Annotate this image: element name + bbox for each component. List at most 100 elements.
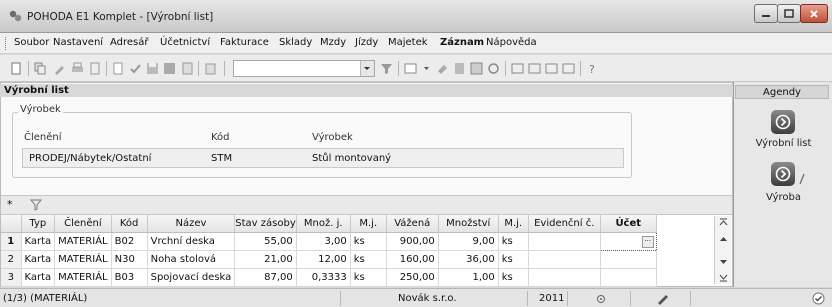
cell-mnoz-j[interactable]: 0,3333 [296, 268, 351, 287]
cell-stav[interactable]: 87,00 [234, 268, 297, 287]
table-row[interactable]: 1 Karta MATERIÁL B02 Vrchní deska 55,00 … [1, 232, 657, 251]
table-row[interactable]: 2 Karta MATERIÁL N30 Noha stolová 21,00 … [1, 250, 657, 269]
calculator-icon[interactable] [453, 62, 466, 75]
vyroba-agenda-button[interactable] [771, 162, 795, 186]
scroll-up-icon[interactable] [719, 236, 728, 242]
menu-fakturace[interactable]: Fakturace [220, 37, 269, 48]
menu-ucetnictvi[interactable]: Účetnictví [160, 37, 210, 48]
scroll-down-icon[interactable] [719, 259, 728, 265]
minimize-button[interactable] [754, 4, 778, 23]
menu-napoveda[interactable]: Nápověda [486, 37, 537, 48]
cell-mj2[interactable]: ks [498, 232, 529, 251]
col-header-kod[interactable]: Kód [111, 215, 148, 233]
cell-mj[interactable]: ks [350, 232, 387, 251]
col-header-mnoz-j[interactable]: Množ. j. [296, 215, 351, 233]
cell-mnoz-j[interactable]: 12,00 [296, 250, 351, 269]
cell-evid[interactable] [528, 232, 601, 251]
cell-mj2[interactable]: ks [498, 268, 529, 287]
col-header-mj[interactable]: M.j. [350, 215, 387, 233]
agenda-item-vyroba[interactable]: Výroba [734, 192, 832, 203]
chevron-down-icon[interactable] [360, 61, 374, 76]
form-icon[interactable] [511, 62, 524, 75]
cell-nazev[interactable]: Vrchní deska [147, 232, 236, 251]
filter-icon[interactable] [380, 62, 393, 75]
menu-nastaveni[interactable]: Nastavení [53, 37, 103, 48]
save-icon[interactable] [146, 62, 159, 75]
cell-typ[interactable]: Karta [21, 250, 56, 269]
cell-vazena[interactable]: 250,00 [386, 268, 439, 287]
cell-ucet[interactable] [600, 268, 657, 287]
grid-vertical-scrollbar[interactable] [714, 216, 731, 284]
dropdown-arrow-icon[interactable] [420, 62, 433, 75]
cell-ucet-active[interactable]: ··· [599, 232, 657, 251]
page-icon[interactable] [112, 62, 125, 75]
cell-vazena[interactable]: 900,00 [386, 232, 439, 251]
cell-mnoz-j[interactable]: 3,00 [296, 232, 351, 251]
cell-nazev[interactable]: Noha stolová [147, 250, 236, 269]
col-header-ucet[interactable]: Účet [600, 215, 657, 233]
cell-mj2[interactable]: ks [498, 250, 529, 269]
list-icon[interactable] [181, 62, 194, 75]
copy-icon[interactable] [34, 62, 47, 75]
cell-ucet[interactable] [600, 250, 657, 269]
split-view-icon[interactable] [545, 62, 558, 75]
cell-typ[interactable]: Karta [21, 232, 56, 251]
grid-view-icon[interactable] [528, 62, 541, 75]
cell-kod[interactable]: N30 [111, 250, 148, 269]
cell-vazena[interactable]: 160,00 [386, 250, 439, 269]
cell-mnozstvi[interactable]: 36,00 [438, 250, 499, 269]
cell-cleneni[interactable]: MATERIÁL [54, 268, 112, 287]
tag-icon[interactable] [436, 62, 449, 75]
menu-zaznam[interactable]: Záznam [440, 37, 484, 48]
edit-icon[interactable] [53, 62, 66, 75]
cell-evid[interactable] [528, 250, 601, 269]
cell-kod[interactable]: B02 [111, 232, 148, 251]
paste-icon[interactable] [204, 62, 217, 75]
col-header-mj2[interactable]: M.j. [498, 215, 529, 233]
col-header-cleneni[interactable]: Členění [54, 215, 112, 233]
toolbar-combobox[interactable] [233, 60, 375, 77]
cell-typ[interactable]: Karta [21, 268, 56, 287]
new-row-marker[interactable]: * [7, 198, 13, 211]
cell-nazev[interactable]: Spojovací deska [147, 268, 236, 287]
ellipsis-icon[interactable]: ··· [641, 236, 654, 248]
col-header-vazena[interactable]: Vážená [386, 215, 439, 233]
col-header-evid[interactable]: Evidenční č. [528, 215, 601, 233]
scroll-bottom-icon[interactable] [719, 274, 728, 282]
agenda-item-vyrobni-list[interactable]: Výrobní list [734, 138, 832, 149]
detail-view-icon[interactable] [562, 62, 575, 75]
cell-evid[interactable] [528, 268, 601, 287]
cell-mj[interactable]: ks [350, 250, 387, 269]
filter-icon[interactable] [30, 199, 42, 211]
vyrobni-list-agenda-button[interactable] [771, 110, 795, 134]
menu-jizdy[interactable]: Jízdy [355, 37, 378, 48]
close-button[interactable] [800, 4, 828, 23]
cell-mnozstvi[interactable]: 9,00 [438, 232, 499, 251]
product-field-row[interactable]: PRODEJ/Nábytek/Ostatní STM Stůl montovan… [22, 148, 624, 168]
cell-kod[interactable]: B03 [111, 268, 148, 287]
col-header-nazev[interactable]: Název [147, 215, 236, 233]
cell-cleneni[interactable]: MATERIÁL [54, 232, 112, 251]
menu-majetek[interactable]: Majetek [388, 37, 428, 48]
agenda-header[interactable]: Agendy [735, 85, 829, 99]
col-header-typ[interactable]: Typ [21, 215, 56, 233]
cell-mj[interactable]: ks [350, 268, 387, 287]
link-icon[interactable] [487, 62, 500, 75]
print-icon[interactable] [71, 62, 84, 75]
menu-mzdy[interactable]: Mzdy [320, 37, 346, 48]
menu-adresar[interactable]: Adresář [110, 37, 149, 48]
save-as-icon[interactable] [163, 62, 176, 75]
menu-sklady[interactable]: Sklady [279, 37, 312, 48]
maximize-button[interactable] [777, 4, 801, 23]
col-header-mnozstvi[interactable]: Množství [438, 215, 499, 233]
check-icon[interactable] [129, 62, 142, 75]
cell-mnozstvi[interactable]: 1,00 [438, 268, 499, 287]
new-record-icon[interactable] [404, 62, 417, 75]
scroll-top-icon[interactable] [719, 218, 728, 226]
col-header-stav[interactable]: Stav zásoby [234, 215, 297, 233]
new-document-icon[interactable] [10, 62, 23, 75]
help-icon[interactable]: ? [586, 62, 599, 75]
table-icon[interactable] [470, 62, 483, 75]
cell-stav[interactable]: 21,00 [234, 250, 297, 269]
table-row[interactable]: 3 Karta MATERIÁL B03 Spojovací deska 87,… [1, 268, 657, 287]
